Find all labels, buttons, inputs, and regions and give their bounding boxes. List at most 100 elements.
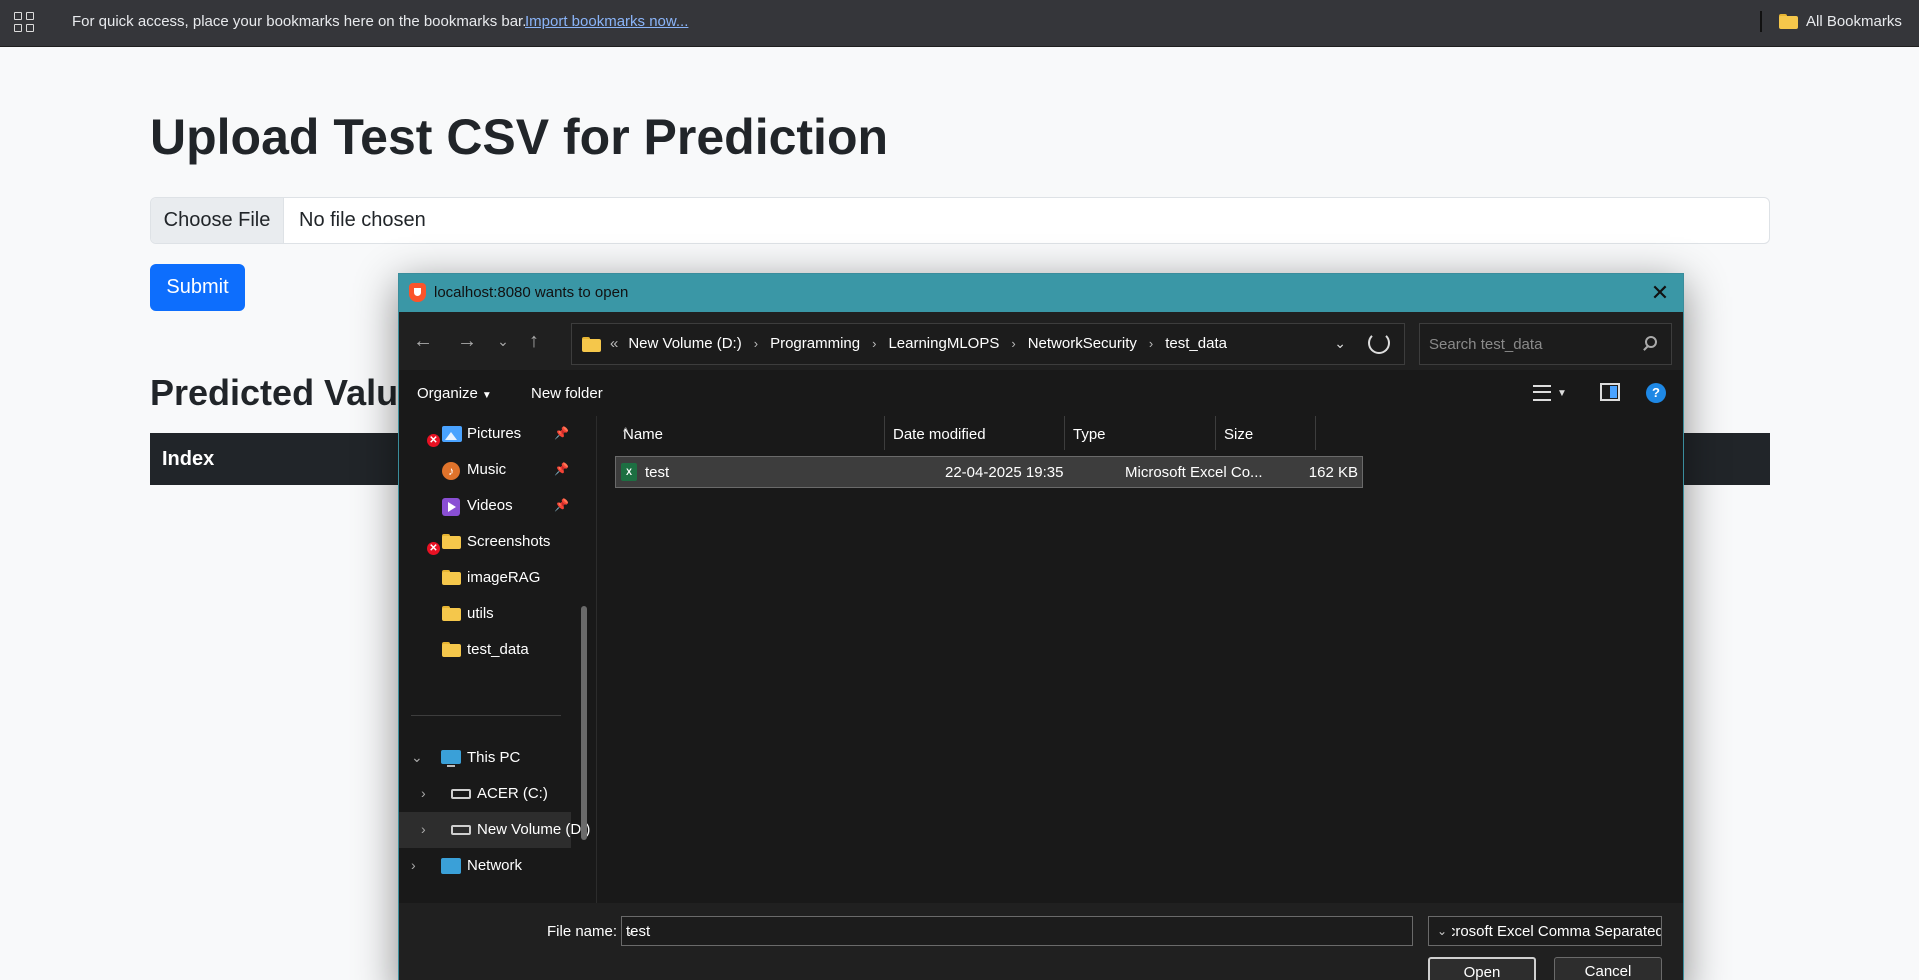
bookmarks-bar-message: For quick access, place your bookmarks h… xyxy=(72,13,527,30)
file-name-label: File name: xyxy=(547,923,618,940)
folder-icon xyxy=(442,534,461,549)
column-header-date-modified[interactable]: Date modified xyxy=(885,416,1065,450)
pin-icon: 📌 xyxy=(554,426,569,440)
chevron-down-icon[interactable]: ⌄ xyxy=(411,749,423,766)
all-bookmarks-button[interactable]: All Bookmarks xyxy=(1779,13,1902,30)
details-view-icon xyxy=(1533,385,1551,402)
column-header-size[interactable]: Size xyxy=(1216,416,1316,450)
nav-divider xyxy=(411,715,561,716)
recent-locations-chevron-icon[interactable]: ⌄ xyxy=(488,326,518,356)
pc-icon xyxy=(441,750,461,767)
tree-item-network[interactable]: › Network xyxy=(399,848,571,884)
file-input[interactable]: Choose File No file chosen xyxy=(150,197,1770,244)
nav-item-imagerag[interactable]: imageRAG xyxy=(399,560,571,596)
cancel-button[interactable]: Cancel xyxy=(1554,957,1662,980)
file-size: 162 KB xyxy=(1308,464,1358,481)
open-button[interactable]: Open xyxy=(1428,957,1536,980)
dialog-footer: File name: test ⌄ Microsoft Excel Comma … xyxy=(399,903,1683,980)
choose-file-button[interactable]: Choose File xyxy=(151,198,284,243)
nav-item-pictures[interactable]: ✕ Pictures 📌 xyxy=(399,416,571,452)
organize-button[interactable]: Organize ▼ xyxy=(417,385,492,402)
tree-item-label: New Volume (D:) xyxy=(477,821,591,838)
breadcrumb-item-test-data[interactable]: test_data xyxy=(1165,335,1227,352)
brave-logo-icon xyxy=(409,283,426,302)
column-header-label: Type xyxy=(1073,426,1106,443)
chevron-down-icon[interactable]: ⌄ xyxy=(626,924,1404,938)
chevron-right-icon[interactable]: › xyxy=(872,336,876,351)
nav-item-label: test_data xyxy=(467,641,529,658)
navigation-row: ← → ⌄ ↑ « New Volume (D:) › Programming … xyxy=(399,312,1683,370)
file-type-select[interactable]: Microsoft Excel Comma Separated Values F… xyxy=(1428,916,1662,946)
submit-button[interactable]: Submit xyxy=(150,264,245,311)
network-icon xyxy=(441,858,461,874)
nav-item-label: utils xyxy=(467,605,494,622)
nav-item-label: Music xyxy=(467,461,507,478)
column-header-name[interactable]: Name ^ xyxy=(615,416,885,450)
nav-item-label: Videos xyxy=(467,497,513,514)
up-arrow-icon[interactable]: ↑ xyxy=(519,326,549,356)
dialog-title: localhost:8080 wants to open xyxy=(434,284,629,301)
file-type-value: Microsoft Excel Comma Separated Values F… xyxy=(1432,923,1662,940)
nav-item-utils[interactable]: utils xyxy=(399,596,571,632)
chevron-right-icon[interactable]: › xyxy=(1149,336,1153,351)
chevron-right-icon[interactable]: › xyxy=(754,336,758,351)
close-icon[interactable]: ✕ xyxy=(1645,278,1675,308)
view-options-button[interactable]: ▼ xyxy=(1533,384,1567,402)
chevron-right-icon[interactable]: › xyxy=(1011,336,1015,351)
back-arrow-icon[interactable]: ← xyxy=(408,326,438,356)
address-bar[interactable]: « New Volume (D:) › Programming › Learni… xyxy=(571,323,1405,365)
column-header-type[interactable]: Type xyxy=(1065,416,1216,450)
file-type: Microsoft Excel Co... xyxy=(1125,464,1263,481)
tree-item-acer-c[interactable]: › ACER (C:) xyxy=(399,776,571,812)
tree-item-label: Network xyxy=(467,857,523,874)
no-file-text: No file chosen xyxy=(299,209,426,231)
breadcrumb-item-networksecurity[interactable]: NetworkSecurity xyxy=(1028,335,1137,352)
navigation-pane: ✕ Pictures 📌 ♪ Music 📌 Videos 📌 ✕ Screen… xyxy=(399,416,597,903)
breadcrumb-item-new-volume[interactable]: New Volume (D:) xyxy=(628,335,741,352)
file-open-dialog: localhost:8080 wants to open ✕ ← → ⌄ ↑ «… xyxy=(398,273,1684,980)
tree-item-this-pc[interactable]: ⌄ This PC xyxy=(399,740,571,776)
breadcrumb-overflow[interactable]: « xyxy=(610,335,618,352)
file-list-pane: Name ^ Date modified Type Size X test 22… xyxy=(597,416,1683,903)
folder-icon xyxy=(442,606,461,621)
forward-arrow-icon[interactable]: → xyxy=(452,326,482,356)
import-bookmarks-link[interactable]: Import bookmarks now... xyxy=(525,13,688,30)
apps-grid-icon[interactable] xyxy=(14,12,36,34)
file-name-input[interactable]: test ⌄ xyxy=(621,916,1413,946)
file-date: 22-04-2025 19:35 xyxy=(945,464,1064,481)
chevron-right-icon[interactable]: › xyxy=(411,857,416,873)
refresh-icon[interactable] xyxy=(1368,332,1390,354)
nav-item-videos[interactable]: Videos 📌 xyxy=(399,488,571,524)
nav-item-screenshots[interactable]: ✕ Screenshots xyxy=(399,524,571,560)
file-row[interactable]: X test 22-04-2025 19:35 Microsoft Excel … xyxy=(615,456,1363,488)
breadcrumb-item-programming[interactable]: Programming xyxy=(770,335,860,352)
search-input[interactable] xyxy=(1420,324,1630,364)
search-icon[interactable] xyxy=(1645,336,1657,348)
tree-item-label: ACER (C:) xyxy=(477,785,548,802)
bookmarks-bar: For quick access, place your bookmarks h… xyxy=(0,0,1919,47)
chevron-right-icon[interactable]: › xyxy=(421,821,426,837)
preview-pane-icon[interactable] xyxy=(1600,383,1620,401)
chevron-right-icon[interactable]: › xyxy=(421,785,426,801)
tree-item-new-volume-d[interactable]: › New Volume (D:) xyxy=(399,812,590,848)
folder-icon xyxy=(582,337,601,352)
breadcrumb-item-learningmlops[interactable]: LearningMLOPS xyxy=(888,335,999,352)
sync-error-icon: ✕ xyxy=(427,542,440,555)
search-box[interactable] xyxy=(1419,323,1672,365)
file-name: test xyxy=(645,464,670,481)
new-folder-button[interactable]: New folder xyxy=(531,385,603,402)
music-icon: ♪ xyxy=(442,462,460,480)
drive-icon xyxy=(451,789,471,799)
nav-item-music[interactable]: ♪ Music 📌 xyxy=(399,452,571,488)
address-dropdown-icon[interactable]: ⌄ xyxy=(1334,335,1346,352)
drive-icon xyxy=(451,825,471,835)
predicted-values-title: Predicted Value xyxy=(150,372,419,413)
nav-item-label: Screenshots xyxy=(467,533,551,550)
all-bookmarks-label: All Bookmarks xyxy=(1806,13,1902,30)
nav-scrollbar[interactable] xyxy=(581,606,587,840)
nav-item-test-data[interactable]: test_data xyxy=(399,632,571,668)
chevron-down-icon[interactable]: ⌄ xyxy=(1432,917,1452,945)
help-icon[interactable]: ? xyxy=(1646,383,1666,403)
sort-ascending-icon: ^ xyxy=(623,426,629,438)
table-header-index: Index xyxy=(162,448,215,470)
